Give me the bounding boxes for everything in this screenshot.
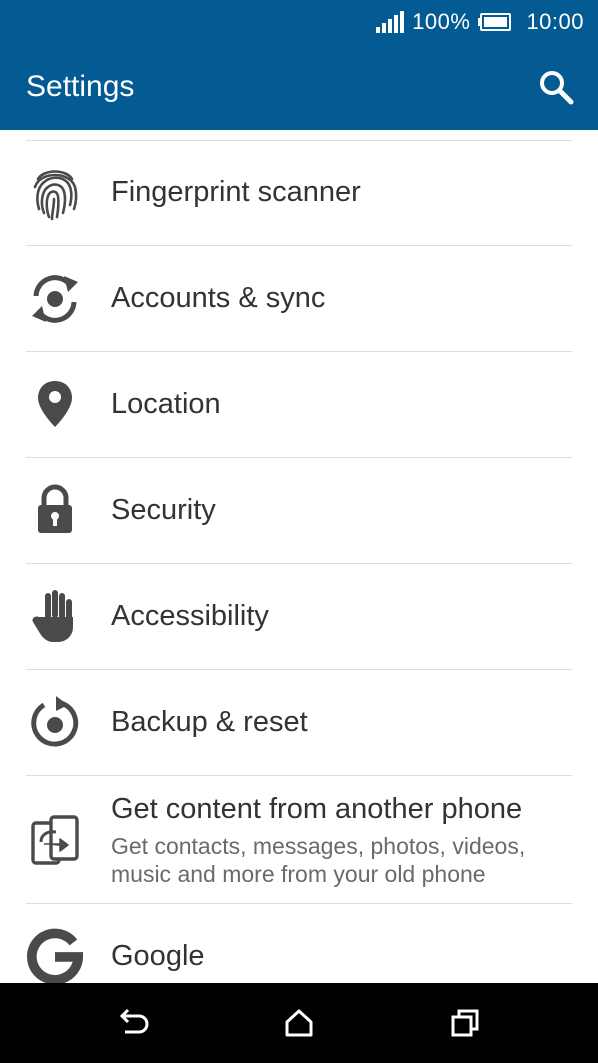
location-pin-icon bbox=[26, 375, 84, 433]
navigation-bar bbox=[0, 983, 598, 1063]
back-icon bbox=[119, 1008, 149, 1034]
settings-item-label: Location bbox=[111, 388, 221, 420]
settings-item-fingerprint-scanner[interactable]: Fingerprint scanner bbox=[26, 141, 572, 246]
settings-item-google[interactable]: Google bbox=[26, 904, 572, 983]
google-icon bbox=[26, 926, 84, 983]
settings-item-label: Accounts & sync bbox=[111, 282, 326, 314]
search-icon bbox=[540, 71, 574, 105]
settings-item-label: Backup & reset bbox=[111, 706, 308, 738]
settings-item-subtitle: music and more from your old phone bbox=[111, 861, 486, 887]
backup-icon bbox=[26, 694, 84, 752]
home-button[interactable] bbox=[279, 1003, 319, 1043]
status-indicators: 100% 10:00 bbox=[376, 0, 584, 44]
clock: 10:00 bbox=[526, 9, 584, 34]
settings-item-accounts-sync[interactable]: Accounts & sync bbox=[26, 246, 572, 352]
settings-item-label: Google bbox=[111, 940, 205, 972]
settings-item-security[interactable]: Security bbox=[26, 458, 572, 564]
settings-item-backup-reset[interactable]: Backup & reset bbox=[26, 670, 572, 776]
home-icon bbox=[285, 1009, 313, 1037]
settings-item-accessibility[interactable]: Accessibility bbox=[26, 564, 572, 670]
fingerprint-icon bbox=[26, 164, 84, 222]
settings-item-get-content[interactable]: Get content from another phone Get conta… bbox=[26, 776, 572, 904]
battery-icon bbox=[478, 13, 512, 31]
sync-icon bbox=[26, 270, 84, 328]
settings-item-label: Security bbox=[111, 494, 216, 526]
search-button[interactable] bbox=[534, 65, 578, 109]
settings-item-location[interactable]: Location bbox=[26, 352, 572, 458]
app-bar: Settings bbox=[0, 44, 598, 130]
settings-item-subtitle: Get contacts, messages, photos, videos, bbox=[111, 833, 526, 859]
status-bar: 100% 10:00 bbox=[0, 0, 598, 44]
recents-icon bbox=[451, 1009, 479, 1037]
signal-icon bbox=[376, 11, 405, 33]
recents-button[interactable] bbox=[445, 1003, 485, 1043]
page-title: Settings bbox=[26, 70, 135, 103]
settings-item-label: Accessibility bbox=[111, 600, 269, 632]
battery-percent: 100% bbox=[412, 9, 471, 34]
settings-item-label: Get content from another phone bbox=[111, 793, 523, 825]
settings-list: Fingerprint scanner Accounts & sync Loca… bbox=[0, 130, 598, 983]
lock-icon bbox=[26, 480, 84, 538]
settings-item-label: Fingerprint scanner bbox=[111, 176, 361, 208]
back-button[interactable] bbox=[113, 1003, 153, 1043]
transfer-phone-icon bbox=[26, 812, 84, 870]
hand-icon bbox=[26, 587, 84, 645]
